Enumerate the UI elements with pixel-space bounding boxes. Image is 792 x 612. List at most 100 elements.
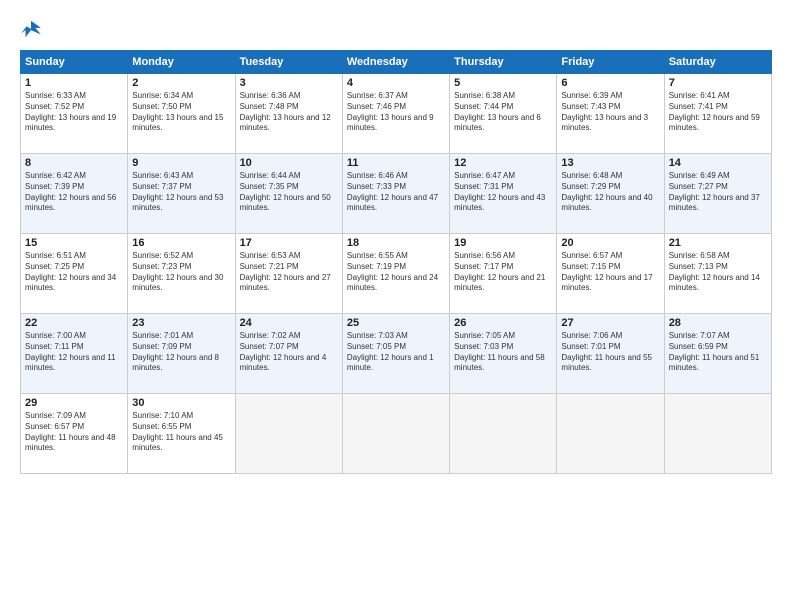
calendar-cell: 20 Sunrise: 6:57 AMSunset: 7:15 PMDayligh… <box>557 234 664 314</box>
cell-info: Sunrise: 6:33 AMSunset: 7:52 PMDaylight:… <box>25 91 123 134</box>
calendar-cell: 21 Sunrise: 6:58 AMSunset: 7:13 PMDayligh… <box>664 234 771 314</box>
calendar-cell: 7 Sunrise: 6:41 AMSunset: 7:41 PMDaylight… <box>664 74 771 154</box>
calendar-cell: 13Sunrise: 6:48 AMSunset: 7:29 PMDayligh… <box>557 154 664 234</box>
cell-info: Sunrise: 6:43 AMSunset: 7:37 PMDaylight:… <box>132 171 230 214</box>
day-number: 6 <box>561 77 659 89</box>
cell-info: Sunrise: 6:49 AMSunset: 7:27 PMDaylight:… <box>669 171 767 214</box>
cell-info: Sunrise: 7:07 AMSunset: 6:59 PMDaylight:… <box>669 331 767 374</box>
day-number: 9 <box>132 157 230 169</box>
cell-info: Sunrise: 6:34 AMSunset: 7:50 PMDaylight:… <box>132 91 230 134</box>
day-number: 12 <box>454 157 552 169</box>
day-number: 8 <box>25 157 123 169</box>
col-wednesday: Wednesday <box>342 51 449 74</box>
cell-info: Sunrise: 6:39 AMSunset: 7:43 PMDaylight:… <box>561 91 659 134</box>
header <box>20 18 772 40</box>
day-number: 14 <box>669 157 767 169</box>
day-number: 26 <box>454 317 552 329</box>
cell-info: Sunrise: 7:02 AMSunset: 7:07 PMDaylight:… <box>240 331 338 374</box>
calendar-row: 1 Sunrise: 6:33 AMSunset: 7:52 PMDaylight… <box>21 74 772 154</box>
cell-info: Sunrise: 6:42 AMSunset: 7:39 PMDaylight:… <box>25 171 123 214</box>
cell-info: Sunrise: 6:36 AMSunset: 7:48 PMDaylight:… <box>240 91 338 134</box>
calendar-cell <box>235 394 342 474</box>
cell-info: Sunrise: 6:51 AMSunset: 7:25 PMDaylight:… <box>25 251 123 294</box>
calendar-row: 8 Sunrise: 6:42 AMSunset: 7:39 PMDaylight… <box>21 154 772 234</box>
calendar-cell: 19 Sunrise: 6:56 AMSunset: 7:17 PMDayligh… <box>450 234 557 314</box>
day-number: 19 <box>454 237 552 249</box>
day-number: 7 <box>669 77 767 89</box>
col-monday: Monday <box>128 51 235 74</box>
calendar-table: Sunday Monday Tuesday Wednesday Thursday… <box>20 50 772 474</box>
cell-info: Sunrise: 6:37 AMSunset: 7:46 PMDaylight:… <box>347 91 445 134</box>
calendar-cell: 25Sunrise: 7:03 AMSunset: 7:05 PMDayligh… <box>342 314 449 394</box>
day-number: 20 <box>561 237 659 249</box>
calendar-cell: 10Sunrise: 6:44 AMSunset: 7:35 PMDayligh… <box>235 154 342 234</box>
logo-bird-icon <box>20 18 42 40</box>
calendar-row: 22 Sunrise: 7:00 AMSunset: 7:11 PMDayligh… <box>21 314 772 394</box>
calendar-cell: 23Sunrise: 7:01 AMSunset: 7:09 PMDayligh… <box>128 314 235 394</box>
cell-info: Sunrise: 7:00 AMSunset: 7:11 PMDaylight:… <box>25 331 123 374</box>
day-number: 15 <box>25 237 123 249</box>
day-number: 21 <box>669 237 767 249</box>
day-number: 2 <box>132 77 230 89</box>
day-number: 5 <box>454 77 552 89</box>
col-tuesday: Tuesday <box>235 51 342 74</box>
day-number: 17 <box>240 237 338 249</box>
day-number: 22 <box>25 317 123 329</box>
calendar-cell: 22 Sunrise: 7:00 AMSunset: 7:11 PMDayligh… <box>21 314 128 394</box>
calendar-cell: 1 Sunrise: 6:33 AMSunset: 7:52 PMDaylight… <box>21 74 128 154</box>
calendar-cell: 12 Sunrise: 6:47 AMSunset: 7:31 PMDayligh… <box>450 154 557 234</box>
calendar-page: Sunday Monday Tuesday Wednesday Thursday… <box>0 0 792 612</box>
calendar-cell <box>450 394 557 474</box>
cell-info: Sunrise: 6:56 AMSunset: 7:17 PMDaylight:… <box>454 251 552 294</box>
cell-info: Sunrise: 6:58 AMSunset: 7:13 PMDaylight:… <box>669 251 767 294</box>
calendar-cell: 8 Sunrise: 6:42 AMSunset: 7:39 PMDaylight… <box>21 154 128 234</box>
calendar-row: 15 Sunrise: 6:51 AMSunset: 7:25 PMDayligh… <box>21 234 772 314</box>
day-number: 13 <box>561 157 659 169</box>
cell-info: Sunrise: 6:47 AMSunset: 7:31 PMDaylight:… <box>454 171 552 214</box>
calendar-cell: 26Sunrise: 7:05 AMSunset: 7:03 PMDayligh… <box>450 314 557 394</box>
cell-info: Sunrise: 7:10 AMSunset: 6:55 PMDaylight:… <box>132 411 230 454</box>
col-thursday: Thursday <box>450 51 557 74</box>
calendar-cell <box>342 394 449 474</box>
cell-info: Sunrise: 7:03 AMSunset: 7:05 PMDaylight:… <box>347 331 445 374</box>
col-sunday: Sunday <box>21 51 128 74</box>
cell-info: Sunrise: 6:55 AMSunset: 7:19 PMDaylight:… <box>347 251 445 294</box>
day-number: 1 <box>25 77 123 89</box>
day-number: 30 <box>132 397 230 409</box>
calendar-cell: 6 Sunrise: 6:39 AMSunset: 7:43 PMDaylight… <box>557 74 664 154</box>
cell-info: Sunrise: 6:41 AMSunset: 7:41 PMDaylight:… <box>669 91 767 134</box>
cell-info: Sunrise: 6:44 AMSunset: 7:35 PMDaylight:… <box>240 171 338 214</box>
day-number: 18 <box>347 237 445 249</box>
calendar-cell: 2 Sunrise: 6:34 AMSunset: 7:50 PMDaylight… <box>128 74 235 154</box>
calendar-cell: 15 Sunrise: 6:51 AMSunset: 7:25 PMDayligh… <box>21 234 128 314</box>
calendar-cell: 18 Sunrise: 6:55 AMSunset: 7:19 PMDayligh… <box>342 234 449 314</box>
day-number: 23 <box>132 317 230 329</box>
day-number: 29 <box>25 397 123 409</box>
day-number: 16 <box>132 237 230 249</box>
calendar-cell: 17Sunrise: 6:53 AMSunset: 7:21 PMDayligh… <box>235 234 342 314</box>
calendar-cell: 11 Sunrise: 6:46 AMSunset: 7:33 PMDayligh… <box>342 154 449 234</box>
day-number: 11 <box>347 157 445 169</box>
calendar-cell: 9 Sunrise: 6:43 AMSunset: 7:37 PMDaylight… <box>128 154 235 234</box>
day-number: 27 <box>561 317 659 329</box>
day-number: 28 <box>669 317 767 329</box>
cell-info: Sunrise: 6:46 AMSunset: 7:33 PMDaylight:… <box>347 171 445 214</box>
calendar-row: 29 Sunrise: 7:09 AMSunset: 6:57 PMDayligh… <box>21 394 772 474</box>
cell-info: Sunrise: 6:57 AMSunset: 7:15 PMDaylight:… <box>561 251 659 294</box>
calendar-cell <box>557 394 664 474</box>
calendar-cell: 14 Sunrise: 6:49 AMSunset: 7:27 PMDayligh… <box>664 154 771 234</box>
col-friday: Friday <box>557 51 664 74</box>
cell-info: Sunrise: 6:38 AMSunset: 7:44 PMDaylight:… <box>454 91 552 134</box>
day-number: 4 <box>347 77 445 89</box>
col-saturday: Saturday <box>664 51 771 74</box>
cell-info: Sunrise: 7:06 AMSunset: 7:01 PMDaylight:… <box>561 331 659 374</box>
calendar-cell: 4 Sunrise: 6:37 AMSunset: 7:46 PMDaylight… <box>342 74 449 154</box>
logo <box>20 18 46 40</box>
cell-info: Sunrise: 7:09 AMSunset: 6:57 PMDaylight:… <box>25 411 123 454</box>
calendar-cell: 24 Sunrise: 7:02 AMSunset: 7:07 PMDayligh… <box>235 314 342 394</box>
day-number: 24 <box>240 317 338 329</box>
calendar-cell: 3Sunrise: 6:36 AMSunset: 7:48 PMDaylight… <box>235 74 342 154</box>
calendar-header-row: Sunday Monday Tuesday Wednesday Thursday… <box>21 51 772 74</box>
calendar-cell: 5 Sunrise: 6:38 AMSunset: 7:44 PMDaylight… <box>450 74 557 154</box>
calendar-cell: 29 Sunrise: 7:09 AMSunset: 6:57 PMDayligh… <box>21 394 128 474</box>
